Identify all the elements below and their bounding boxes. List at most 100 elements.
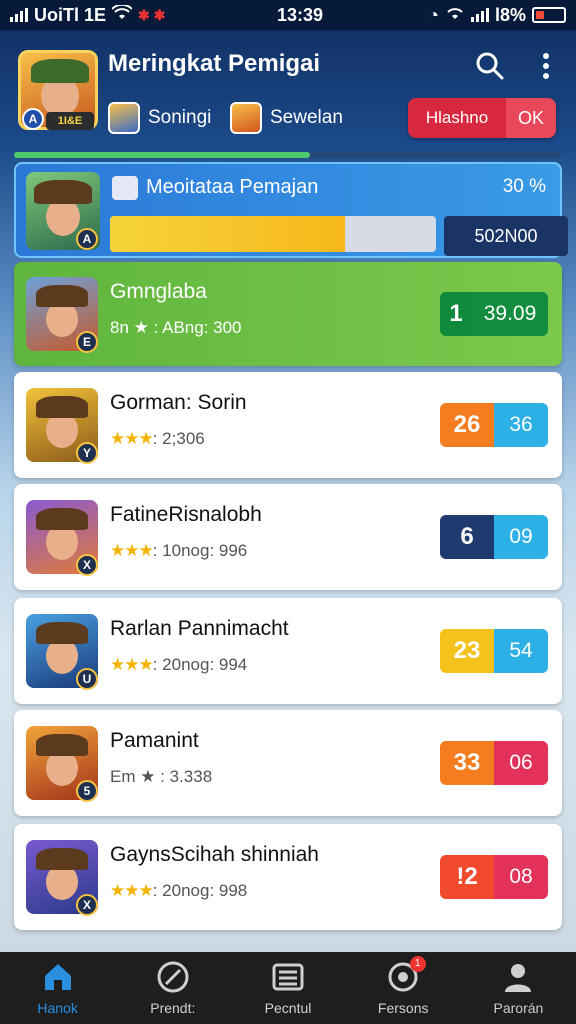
tab-sewelan-label: Sewelan [270,107,343,128]
item-meta: ★★★: 2;306 [110,429,205,449]
score-rank: 6 [440,515,494,559]
battery-label: l8% [494,4,526,25]
action-label: Hlashno [408,98,506,138]
list-icon [272,963,304,991]
nav-item-settings[interactable]: 1 Fersons [346,952,461,1024]
item-meta: ★★★: 20nog: 994 [110,655,247,675]
nav-item-profile[interactable]: Parorán [461,952,576,1024]
featured-hat [34,180,92,204]
score-value: 54 [494,629,548,673]
carrier-label: UoiTl 1E [34,4,107,25]
nav-label-home: Hanok [37,1000,78,1016]
item-hat [36,848,88,870]
item-badge: E [76,331,98,353]
nav-item-compass[interactable]: Prendt: [115,952,230,1024]
nav-label-compass: Prendt: [150,1000,196,1016]
home-icon [44,964,71,990]
wifi-icon-right [445,5,465,26]
score-rank: 33 [440,741,494,785]
signal-icon [10,8,28,22]
alarm-icon: ◔ [428,4,439,25]
list-item[interactable]: X FatineRisnalobh ★★★: 10nog: 996 6 09 [14,484,562,590]
score-pill[interactable]: 6 09 [440,515,548,559]
item-name: Gmnglaba [110,280,207,303]
tab-soningi-icon [108,102,140,134]
featured-card[interactable]: A Meoitataa Pemajan 30 % 502N00 [14,162,568,258]
item-name: FatineRisnalobh [110,503,262,526]
item-meta-text: : 2;306 [152,429,205,448]
item-meta-text: : 20nog: 994 [152,655,248,674]
score-value: 36 [494,403,548,447]
score-pill[interactable]: !2 08 [440,855,548,899]
item-meta: Em ★ : 3.338 [110,767,212,787]
item-badge: U [76,668,98,690]
cell-signal-icon [470,8,489,22]
rating-stars: ★★★ [110,881,154,900]
list-item[interactable]: E Gmnglaba 8n ★ : ABng: 300 1 39.09 [14,262,562,366]
item-hat [36,508,88,530]
item-meta: ★★★: 10nog: 996 [110,541,247,561]
wifi-icon [111,3,133,26]
score-rank: 23 [440,629,494,673]
rating-stars: ★★★ [110,655,154,674]
item-name: Pamanint [110,729,199,752]
tab-sewelan-icon [230,102,262,134]
item-badge: 5 [76,780,98,802]
item-name: Rarlan Pannimacht [110,617,289,640]
item-hat [36,285,88,307]
status-bar: UoiTl 1E ✱ ✱ 13:39 ◔ l8% [0,0,576,30]
search-icon[interactable] [472,48,508,84]
featured-progress-bar [110,216,436,252]
nav-item-home[interactable]: Hanok [0,952,115,1024]
item-meta-text: : 10nog: 996 [152,541,248,560]
score-pill[interactable]: 23 54 [440,629,548,673]
item-badge: Y [76,442,98,464]
rank-tag: 1I&E [46,112,94,130]
header-action-button[interactable]: Hlashno OK [408,98,556,138]
nav-label-profile: Parorán [493,1000,544,1016]
item-name: GaynsScihah shinniah [110,843,319,866]
score-rank: !2 [440,855,494,899]
page-title: Meringkat Pemigai [108,50,321,77]
notification-icon: ✱ ✱ [138,6,166,23]
top-progress-fill [14,152,310,158]
score-pill[interactable]: 26 36 [440,403,548,447]
item-hat [36,734,88,756]
nav-label-settings: Fersons [377,1000,429,1016]
battery-icon [532,7,566,23]
item-badge: X [76,554,98,576]
featured-percent: 30 % [502,176,546,197]
score-rank: 26 [440,403,494,447]
item-meta: ★★★: 20nog: 998 [110,881,247,901]
nav-label-list: Pecntul [264,1000,312,1016]
item-hat [36,622,88,644]
item-meta-text: Em ★ : 3.338 [110,767,213,786]
tab-sewelan[interactable]: Sewelan [230,102,343,134]
tab-soningi[interactable]: Soningi [108,102,211,134]
featured-badge: A [76,228,98,250]
rating-stars: ★★★ [110,541,154,560]
clock: 13:39 [276,4,324,25]
list-item[interactable]: X GaynsScihah shinniah ★★★: 20nog: 998 !2 08 [14,824,562,930]
nav-notification-badge: 1 [409,956,426,972]
avatar-hat [31,59,89,83]
featured-progress-fill [110,216,345,252]
nav-item-list[interactable]: Pecntul [230,952,345,1024]
profile-icon [505,964,532,992]
list-item[interactable]: Y Gorman: Sorin ★★★: 2;306 26 36 [14,372,562,478]
item-meta-text: : 20nog: 998 [152,881,248,900]
featured-mini-icon [112,176,138,200]
list-item[interactable]: 5 Pamanint Em ★ : 3.338 33 06 [14,710,562,816]
score-value: 08 [494,855,548,899]
more-vertical-icon[interactable] [530,48,566,84]
rating-stars: ★★★ [110,429,154,448]
score-value: 09 [494,515,548,559]
list-item[interactable]: U Rarlan Pannimacht ★★★: 20nog: 994 23 54 [14,598,562,704]
level-badge: A [22,108,44,130]
item-meta: 8n ★ : ABng: 300 [110,318,242,338]
top-progress-bar [14,152,562,158]
item-name: Gorman: Sorin [110,391,247,414]
score-pill[interactable]: 1 39.09 [440,292,548,336]
score-pill[interactable]: 33 06 [440,741,548,785]
item-meta-text: 8n ★ : ABng: 300 [110,318,242,337]
